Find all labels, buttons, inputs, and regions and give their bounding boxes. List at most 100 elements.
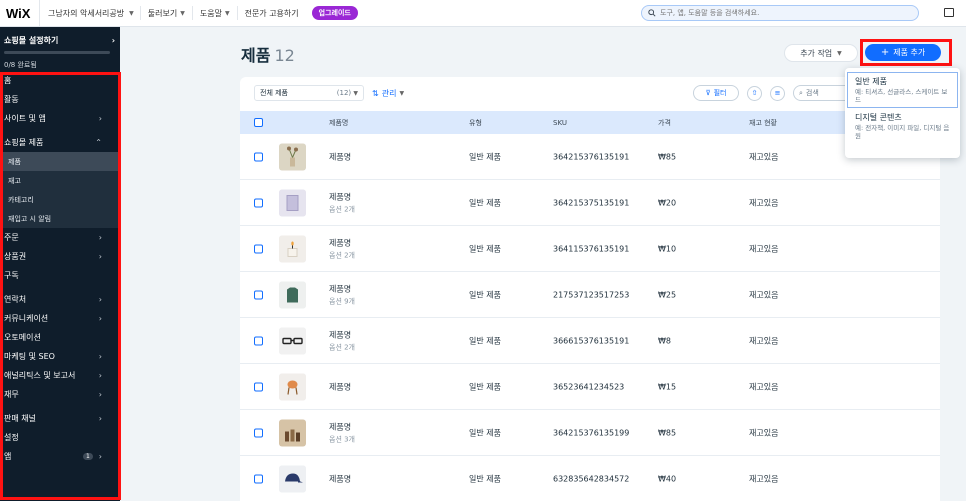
sidebar: 쇼핑몰 설정하기 › 0/8 완료됨 홈 활동 사이트 및 앱 › 쇼핑몰 제품 ⌃ … [0,27,120,501]
table-row[interactable]: 제품명 일반 제품 364215376135191 ₩85 재고있음 [240,134,940,180]
filter-button[interactable]: ⊽ 필터 [693,85,739,101]
header-name[interactable]: 제품명 [329,118,348,128]
product-sku: 364115376135191 [553,244,630,253]
sidebar-sub-products[interactable]: 제품 [0,152,120,171]
product-filter-select[interactable]: 전체 제품 (12) ▼ [254,85,364,101]
row-checkbox[interactable] [254,382,263,391]
row-checkbox[interactable] [254,244,263,253]
sidebar-item-communications[interactable]: 커뮤니케이션 › [0,309,120,328]
dropdown-item-digital-content[interactable]: 디지털 콘텐츠 예: 전자책, 이미지 파일, 디지털 음원 [845,108,960,144]
header-sku[interactable]: SKU [553,119,567,127]
sidebar-sub-inventory[interactable]: 재고 [0,171,120,190]
manage-menu[interactable]: ⇅ 관리 ▼ [372,88,404,99]
list-icon: ≡ [774,89,781,97]
table-row[interactable]: 제품명 옵션 9개 일반 제품 217537123517253 ₩25 재고있음 [240,272,940,318]
table-row[interactable]: 제품명 옵션 2개 일반 제품 366615376135191 ₩8 재고있음 [240,318,940,364]
sidebar-item-gift-cards[interactable]: 상품권 › [0,247,120,266]
product-options: 옵션 3개 [329,435,355,443]
header-price[interactable]: 가격 [658,118,671,128]
product-stock: 재고있음 [749,198,779,207]
table-search[interactable]: ⌕ 검색 [793,85,853,101]
sidebar-item-sales-channels[interactable]: 판매 채널 › [0,409,120,428]
manage-label: 관리 [381,88,397,98]
row-checkbox[interactable] [254,152,263,161]
select-all-checkbox[interactable] [254,118,263,127]
chevron-down-icon: ▼ [399,89,405,97]
product-sku: 36523641234523 [553,382,625,391]
global-search[interactable] [641,5,919,21]
table-row[interactable]: 제품명 옵션 2개 일반 제품 364115376135191 ₩10 재고있음 [240,226,940,272]
sidebar-item-activity[interactable]: 활동 [0,90,120,109]
filter-label: 필터 [713,89,727,97]
setup-status: 0/8 완료됨 [4,61,37,69]
search-input[interactable] [660,9,900,17]
row-checkbox[interactable] [254,428,263,437]
product-name-cell: 제품명 옵션 2개 [329,237,355,260]
header-stock[interactable]: 재고 현황 [749,118,777,128]
product-count: 12 [274,46,295,65]
table-row[interactable]: 제품명 일반 제품 632835642834572 ₩40 재고있음 [240,456,940,501]
sidebar-item-analytics[interactable]: 애널리틱스 및 보고서 › [0,366,120,385]
product-type: 일반 제품 [469,152,501,161]
sidebar-item-orders[interactable]: 주문 › [0,228,120,247]
chevron-right-icon: › [98,452,102,461]
product-stock: 재고있음 [749,474,779,483]
row-checkbox[interactable] [254,474,263,483]
columns-button[interactable]: ≡ [770,85,785,101]
sidebar-sub-categories[interactable]: 카테고리 [0,190,120,209]
sidebar-item-marketing-seo[interactable]: 마케팅 및 SEO › [0,347,120,366]
product-sku: 364215376135199 [553,428,630,437]
product-sku: 364215376135191 [553,152,630,161]
sidebar-item-automations[interactable]: 오토메이션 [0,328,120,347]
menu-hire-expert[interactable]: 전문가 고용하기 [236,6,306,20]
toolbar-right: ⊽ 필터 ⇧ ≡ ⌕ 검색 [693,85,853,101]
setup-panel[interactable]: 쇼핑몰 설정하기 › 0/8 완료됨 [0,27,120,70]
wix-logo[interactable]: WiX [0,0,40,26]
table-row[interactable]: 제품명옵션 2개 일반 제품 364215375135191 ₩20 재고있음 [240,180,940,226]
upgrade-button[interactable]: 업그레이드 [311,6,358,20]
product-price: ₩20 [658,198,677,207]
chevron-right-icon: › [98,371,102,380]
sidebar-item-home[interactable]: 홈 [0,71,120,90]
row-checkbox[interactable] [254,290,263,299]
more-actions-button[interactable]: 추가 작업 ▼ [784,44,858,62]
product-sku: 632835642834572 [553,474,630,483]
menu-help[interactable]: 도움말 ▼ [191,6,237,20]
sidebar-item-apps[interactable]: 앱 1 › [0,447,120,466]
sidebar-item-label: 재무 [4,390,19,399]
product-name: 제품명 [329,192,352,201]
table-row[interactable]: 제품명 옵션 3개 일반 제품 364215376135199 ₩85 재고있음 [240,410,940,456]
product-type: 일반 제품 [469,198,501,207]
sidebar-item-store-products[interactable]: 쇼핑몰 제품 ⌃ [0,133,120,152]
notification-badge: 1 [82,453,93,460]
product-type: 일반 제품 [469,290,501,299]
sidebar-sub-restock-alert[interactable]: 재입고 시 알림 [0,209,120,228]
dropdown-item-physical-product[interactable]: 일반 제품 예: 티셔츠, 선글라스, 스케이트 보드 [847,72,958,108]
page-title-text: 제품 [241,46,271,65]
row-checkbox[interactable] [254,336,263,345]
chevron-down-icon: ▼ [129,9,134,17]
product-name-cell: 제품명 옵션 2개 [329,329,355,352]
sidebar-item-contacts[interactable]: 연락처 › [0,290,120,309]
dropdown-item-desc: 예: 티셔츠, 선글라스, 스케이트 보드 [855,88,948,104]
product-name-cell: 제품명 옵션 9개 [329,283,355,306]
upload-icon: ⇧ [751,89,758,97]
product-name: 제품명 [329,382,352,391]
chair-icon [279,373,306,400]
row-checkbox[interactable] [254,198,263,207]
sidebar-item-subscriptions[interactable]: 구독 [0,266,120,285]
product-options: 옵션 2개 [329,205,355,213]
header-type[interactable]: 유형 [469,118,482,128]
product-options: 옵션 2개 [329,343,355,351]
chat-icon[interactable] [944,8,954,17]
add-product-dropdown: 일반 제품 예: 티셔츠, 선글라스, 스케이트 보드 디지털 콘텐츠 예: 전… [845,68,960,158]
menu-explore[interactable]: 둘러보기 ▼ [139,6,192,20]
sidebar-item-settings[interactable]: 설정 [0,428,120,447]
sidebar-item-sites-apps[interactable]: 사이트 및 앱 › [0,109,120,128]
add-product-button[interactable]: + 제품 추가 [865,44,941,61]
export-button[interactable]: ⇧ [747,85,762,101]
sidebar-item-finance[interactable]: 재무 › [0,385,120,404]
table-row[interactable]: 제품명 일반 제품 36523641234523 ₩15 재고있음 [240,364,940,410]
product-sku: 364215375135191 [553,198,630,207]
site-selector[interactable]: 그남자의 악세서리공방 ▼ [40,8,134,19]
